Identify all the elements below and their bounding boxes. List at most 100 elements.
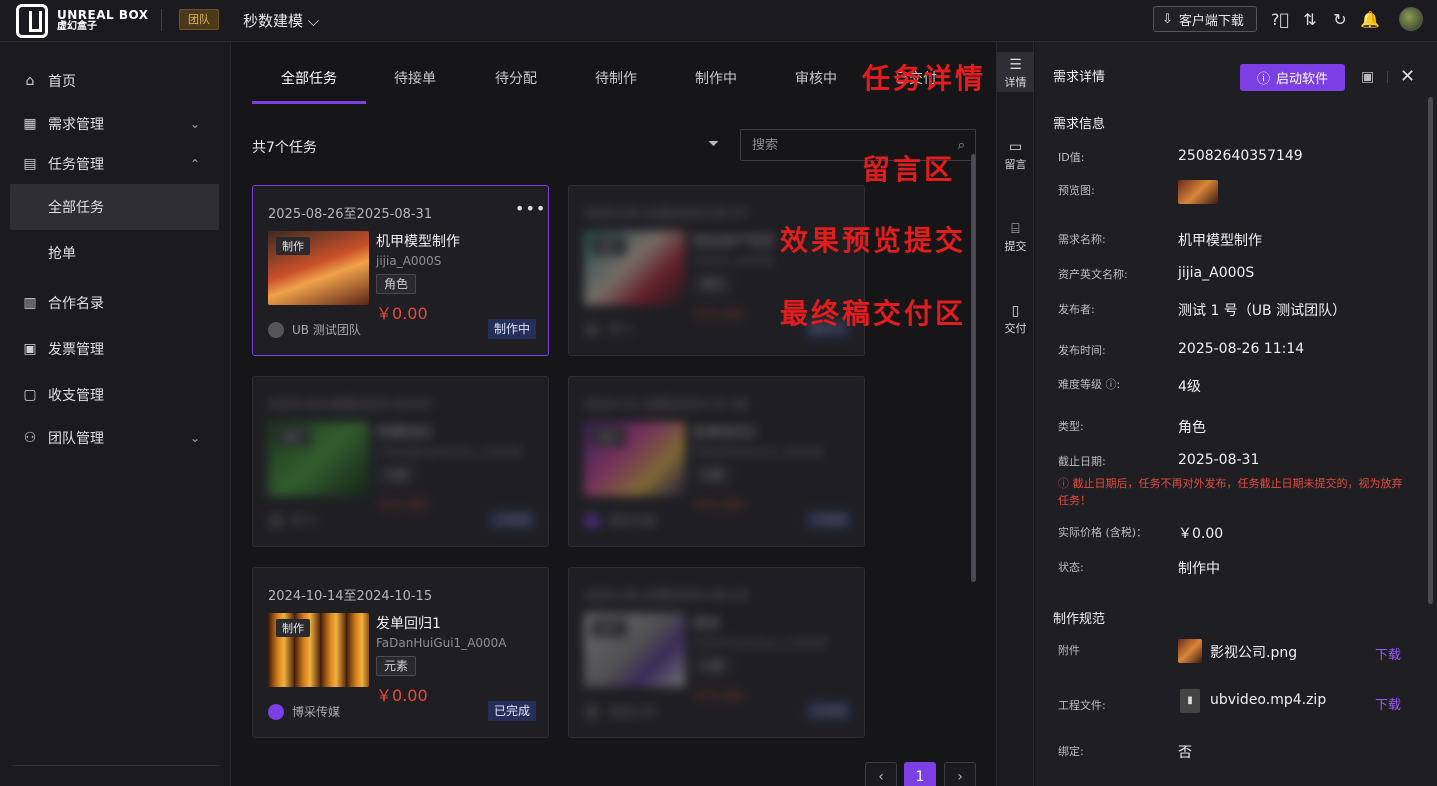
sidebar-item-label: 收支管理 (48, 388, 104, 404)
annotation-final-delivery: 最终稿交付区 (780, 297, 967, 330)
help-icon[interactable]: ?⃝ (1270, 9, 1290, 29)
more-icon[interactable]: ••• (515, 199, 546, 218)
card-thumbnail[interactable]: 制作 (268, 613, 369, 687)
task-card[interactable]: 2024-11-28至2024-11-30 制作 发单回归2 FaDanHuiG… (568, 376, 865, 547)
user-avatar[interactable] (1399, 7, 1423, 31)
sidebar-item-requirements[interactable]: ▦ 需求管理 ⌄ (0, 104, 231, 144)
logo[interactable]: UNREAL BOX 虚幻盒子 (16, 4, 149, 38)
task-card[interactable]: 2024-10-14至2024-10-15 制作 发单回归1 FaDanHuiG… (252, 567, 549, 738)
field-value-asset-en-name: jijia_A000S (1178, 265, 1255, 281)
card-code: FaDanHuiGui2_A000B (692, 445, 823, 459)
list-icon: ☰ (1009, 57, 1022, 73)
card-thumbnail[interactable]: 制作 (584, 422, 685, 496)
thumbnail-tag: 制作 (592, 619, 626, 637)
refresh-icon[interactable]: ↻ (1330, 9, 1350, 29)
sidebar-item-label: 全部任务 (48, 200, 104, 216)
sidebar-item-all-tasks[interactable]: 全部任务 (10, 184, 219, 230)
field-label-price: 实际价格 (含税)： (1058, 526, 1148, 539)
client-download-label: 客户端下载 (1178, 13, 1244, 29)
sidebar-item-label: 抢单 (48, 246, 76, 262)
card-type-tag: 元素 (376, 656, 417, 676)
sidebar-item-grab-order[interactable]: 抢单 (10, 230, 219, 276)
field-value-bind: 否 (1178, 745, 1192, 761)
card-title: 发单回归1 (376, 616, 441, 632)
tab-all-tasks[interactable]: 全部任务 (252, 60, 366, 104)
card-thumbnail[interactable]: 制作 (584, 613, 685, 687)
page-1-button[interactable]: 1 (904, 762, 936, 786)
client-download-button[interactable]: ⇩ 客户端下载 (1153, 6, 1257, 32)
close-icon[interactable]: ✕ (1400, 66, 1415, 87)
field-label-deadline: 截止日期: (1058, 455, 1106, 468)
team-selector[interactable]: 秒数建模 ⌵ (243, 10, 319, 31)
sidebar-item-label: 团队管理 (48, 431, 104, 447)
rail-tab-comments[interactable]: ▭ 留言 (997, 134, 1034, 174)
sidebar-item-partners[interactable]: ▥ 合作名录 (0, 283, 231, 323)
wallet-icon: ▢ (23, 387, 37, 403)
card-team: 测试公司 (584, 703, 656, 720)
card-price: ￥0.00 (376, 686, 428, 705)
task-card[interactable]: 2024-09-20至2024-09-23 制作 测试 CeShiTianSho… (568, 567, 865, 738)
team-name: 秒数建模 (243, 12, 304, 30)
scrollbar[interactable] (971, 154, 976, 582)
launch-software-button[interactable]: ⓘ 启动软件 (1240, 64, 1345, 91)
bell-icon[interactable]: 🔔 (1360, 9, 1380, 29)
rail-tab-detail[interactable]: ☰ 详情 (997, 52, 1034, 92)
sidebar-item-team[interactable]: ⚇ 团队管理 ⌄ (0, 418, 231, 458)
project-file-name[interactable]: ubvideo.mp4.zip (1210, 692, 1326, 708)
team-avatar (584, 512, 600, 529)
card-date-range: 2025-08-26至2025-08-31 (268, 207, 433, 222)
field-label-attachment: 附件 (1058, 644, 1080, 657)
attachment-download-link[interactable]: 下载 (1375, 644, 1401, 663)
tab-pending-make[interactable]: 待制作 (583, 60, 649, 104)
sidebar-item-invoices[interactable]: ▣ 发票管理 (0, 329, 231, 369)
detail-tab-rail: ☰ 详情 ▭ 留言 ⌸ 提交 ▯ 交付 (996, 42, 1034, 786)
sidebar-item-label: 合作名录 (48, 296, 104, 312)
card-date-range: 2025-03-06至2025-03-07 (268, 398, 433, 413)
sidebar-item-tasks[interactable]: ▤ 任务管理 ⌃ (0, 144, 231, 184)
attachment-file-name[interactable]: 影视公司.png (1210, 642, 1297, 662)
card-type-tag: 元素 (376, 465, 417, 485)
card-team: 博采传媒 (584, 512, 656, 529)
card-thumbnail[interactable]: 制作 (268, 231, 369, 305)
search-icon[interactable]: ⌕ (958, 138, 965, 153)
card-title: 机甲模型制作 (376, 234, 460, 250)
scrollbar[interactable] (1428, 97, 1433, 604)
task-card[interactable]: 2025-08-26至2025-08-31 ••• 制作 机甲模型制作 jiji… (252, 185, 549, 356)
tab-pending-assign[interactable]: 待分配 (483, 60, 549, 104)
team-avatar (584, 321, 600, 338)
tab-pending-accept[interactable]: 待接单 (382, 60, 448, 104)
card-thumbnail[interactable]: 制作 (268, 422, 369, 496)
card-price: ￥0.00 (376, 304, 428, 323)
tab-in-production[interactable]: 制作中 (683, 60, 749, 104)
project-file-download-link[interactable]: 下载 (1375, 694, 1401, 713)
next-page-button[interactable]: › (944, 762, 976, 786)
card-team: 博采传媒 (268, 703, 340, 720)
tab-in-review[interactable]: 审核中 (783, 60, 849, 104)
sort-icon[interactable]: ⇅ (1300, 9, 1320, 29)
team-name: 阿飞 (608, 323, 633, 337)
team-name: 博采传媒 (292, 705, 341, 719)
clipboard-icon[interactable]: ▣ (1361, 69, 1374, 85)
team-avatar (268, 512, 284, 529)
task-card[interactable]: 2025-03-06至2025-03-07 制作 场景回归 ChangJingH… (252, 376, 549, 547)
table-icon: ▦ (23, 116, 37, 132)
field-label-id: ID值: (1058, 151, 1085, 164)
field-value-deadline: 2025-08-31 (1178, 452, 1260, 468)
card-title: 发单回归2 (692, 425, 757, 441)
download-icon: ⇩ (1162, 11, 1173, 27)
top-bar: UNREAL BOX 虚幻盒子 团队 秒数建模 ⌵ ⇩ 客户端下载 ?⃝ ⇅ ↻… (0, 0, 1437, 42)
home-icon: ⌂ (25, 73, 35, 89)
chevron-down-icon: ⌵ (303, 12, 320, 30)
sidebar-item-home[interactable]: ⌂ 首页 (0, 61, 231, 101)
card-thumbnail[interactable]: 制作 (584, 231, 685, 305)
preview-thumbnail[interactable] (1178, 180, 1218, 204)
filter-icon[interactable]: ⏷ (708, 136, 724, 152)
status-badge: 制作中 (488, 319, 537, 339)
card-code: FaDanHuiGui1_A000A (376, 636, 507, 650)
sidebar-item-finance[interactable]: ▢ 收支管理 (0, 375, 231, 415)
field-value-price: ￥0.00 (1178, 526, 1224, 542)
prev-page-button[interactable]: ‹ (865, 762, 897, 786)
rail-tab-deliver[interactable]: ▯ 交付 (997, 298, 1034, 338)
card-price: ￥0.00 (692, 686, 744, 705)
rail-tab-submit[interactable]: ⌸ 提交 (997, 216, 1034, 256)
